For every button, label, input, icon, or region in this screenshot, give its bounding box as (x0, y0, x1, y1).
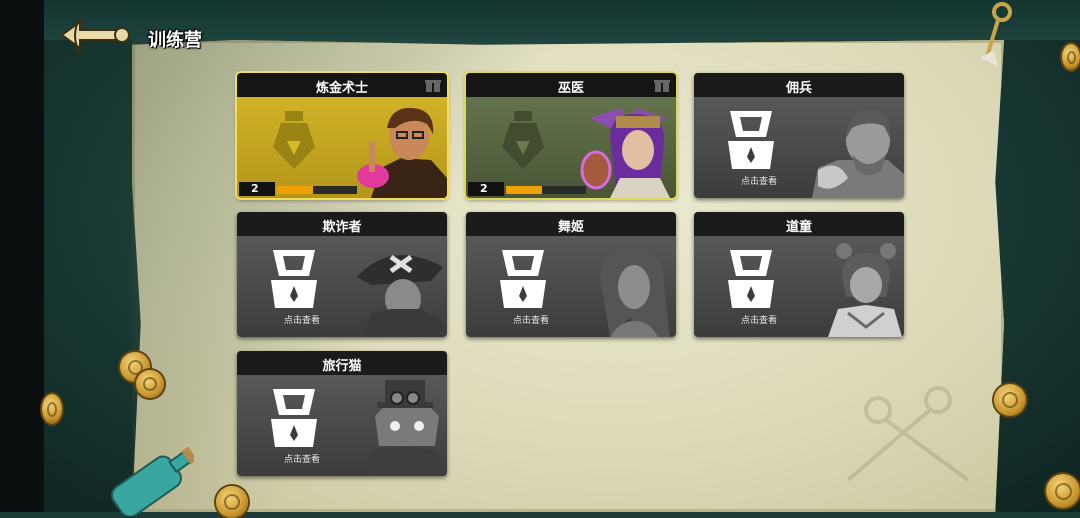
bottle-decoration (110, 446, 194, 516)
hero-card-travel-cat[interactable]: 旅行猫 点击查看 (237, 351, 447, 476)
taoist-child-portrait (828, 243, 902, 337)
card-title: 旅行猫 (322, 359, 362, 374)
hero-card-trickster[interactable]: 欺诈者 点击查看 (237, 212, 447, 337)
coin-decoration (216, 486, 248, 518)
mercenary-portrait (812, 110, 904, 198)
card-title: 欺诈者 (322, 220, 362, 235)
gift-icon (654, 80, 670, 92)
card-header: 欺诈者 (237, 212, 447, 236)
card-title: 道童 (785, 220, 812, 235)
lock-badge-icon (271, 250, 317, 308)
card-header: 旅行猫 (237, 351, 447, 375)
lock-badge-icon (728, 250, 774, 308)
witch-doctor-portrait (580, 108, 670, 198)
travel-cat-portrait (365, 380, 447, 476)
lock-badge-icon (271, 389, 317, 447)
level-progress-fill (506, 186, 542, 194)
potion-icon (273, 111, 315, 169)
card-title: 炼金术士 (315, 81, 368, 96)
level-progress-bar (506, 186, 586, 194)
tap-to-view-hint: 点击查看 (283, 455, 320, 465)
hero-card-taoist-child[interactable]: 道童 点击查看 (694, 212, 904, 337)
coin-decoration (136, 370, 164, 398)
card-header: 巫医 (466, 73, 676, 97)
crossed-tools-decoration (846, 386, 970, 482)
coin-decoration (994, 384, 1026, 416)
trickster-portrait (357, 254, 447, 337)
card-header: 佣兵 (694, 73, 904, 97)
hero-card-witch-doctor[interactable]: 巫医 2 (466, 73, 676, 198)
anchor-back-icon[interactable] (58, 10, 134, 60)
level-badge: 2 (468, 182, 504, 196)
potion-icon (502, 111, 544, 169)
hero-card-mercenary[interactable]: 佣兵 点击查看 (694, 73, 904, 198)
page-title: 训练营 (148, 30, 202, 51)
card-header: 炼金术士 (237, 73, 447, 97)
coin-decoration (1046, 474, 1080, 508)
card-title: 巫医 (557, 81, 584, 96)
coin-decoration (42, 394, 62, 424)
dancer-portrait (600, 246, 670, 337)
card-header: 舞姬 (466, 212, 676, 236)
level-progress-fill (277, 186, 313, 194)
card-header: 道童 (694, 212, 904, 236)
coin-decoration (1062, 44, 1080, 70)
tap-to-view-hint: 点击查看 (283, 316, 320, 326)
tap-to-view-hint: 点击查看 (740, 316, 777, 326)
level-badge: 2 (239, 182, 275, 196)
gift-icon (425, 80, 441, 92)
lock-badge-icon (728, 111, 774, 169)
hero-card-alchemist[interactable]: 炼金术士 2 (237, 73, 447, 198)
alchemist-portrait (357, 107, 447, 198)
hook-decoration (980, 2, 1012, 66)
left-edge (0, 0, 44, 512)
tap-to-view-hint: 点击查看 (512, 316, 549, 326)
tap-to-view-hint: 点击查看 (740, 177, 777, 187)
hero-card-dancer[interactable]: 舞姬 点击查看 (466, 212, 676, 337)
card-title: 舞姬 (557, 220, 584, 235)
level-progress-bar (277, 186, 357, 194)
card-title: 佣兵 (785, 81, 812, 96)
lock-badge-icon (500, 250, 546, 308)
